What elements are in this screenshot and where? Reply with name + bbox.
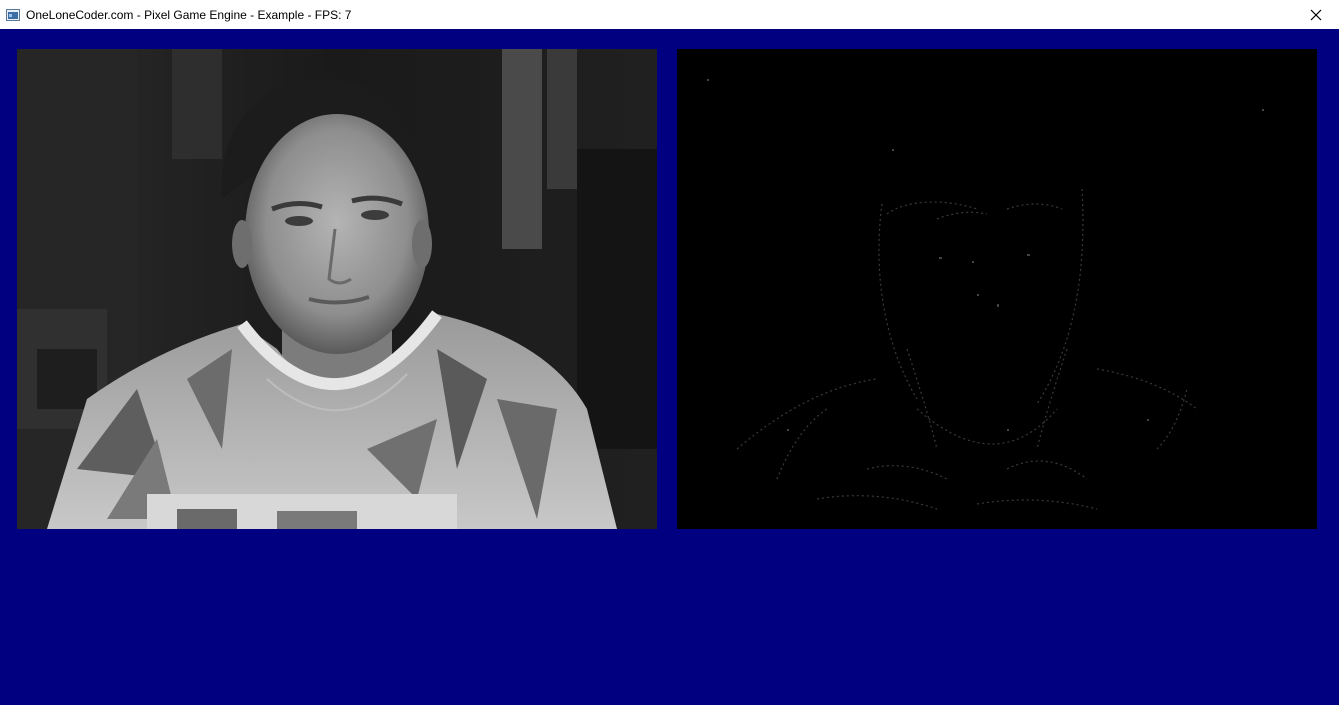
webcam-view [17, 49, 657, 529]
close-button[interactable] [1293, 0, 1339, 29]
title-bar[interactable]: OneLoneCoder.com - Pixel Game Engine - E… [0, 0, 1339, 29]
edge-detection-view [677, 49, 1317, 529]
window-title: OneLoneCoder.com - Pixel Game Engine - E… [26, 7, 352, 22]
app-window-icon [6, 8, 20, 22]
game-canvas[interactable] [0, 29, 1339, 705]
edge-image [677, 49, 1317, 529]
close-icon [1310, 9, 1322, 21]
webcam-image [17, 49, 657, 529]
app-window: OneLoneCoder.com - Pixel Game Engine - E… [0, 0, 1339, 705]
